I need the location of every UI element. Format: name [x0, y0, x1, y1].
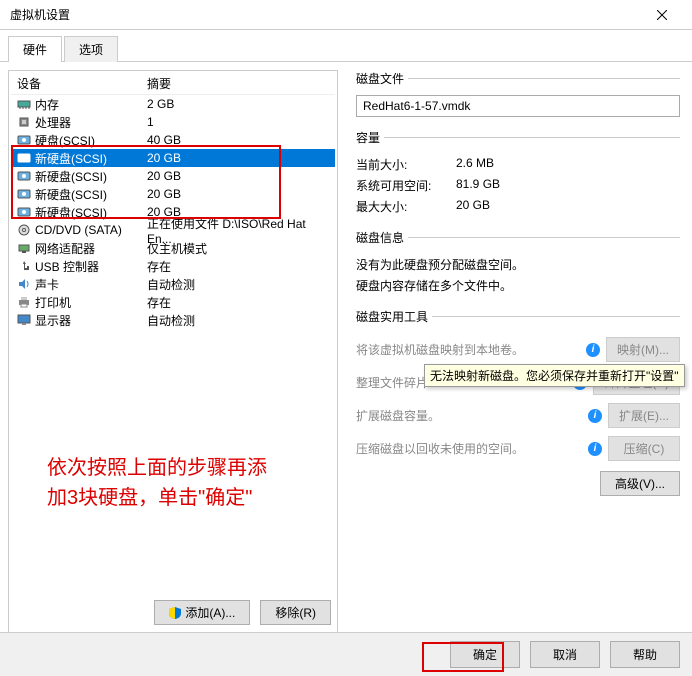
device-row[interactable]: USB 控制器存在 — [11, 257, 335, 275]
device-summary: 自动检测 — [147, 312, 329, 329]
device-summary: 存在 — [147, 258, 329, 275]
device-row[interactable]: 声卡自动检测 — [11, 275, 335, 293]
device-row[interactable]: 网络适配器仅主机模式 — [11, 239, 335, 257]
device-row[interactable]: 处理器1 — [11, 113, 335, 131]
device-summary: 20 GB — [147, 151, 329, 165]
device-name: 打印机 — [35, 294, 147, 311]
settings-panel: 磁盘文件 RedHat6-1-57.vmdk 容量 当前大小:2.6 MB 系统… — [348, 70, 684, 634]
disk-icon — [17, 206, 35, 218]
network-icon — [17, 242, 35, 254]
map-button[interactable]: 映射(M)... — [606, 337, 680, 362]
device-name: 内存 — [35, 96, 147, 113]
device-summary: 1 — [147, 115, 329, 129]
remove-button[interactable]: 移除(R) — [260, 600, 331, 625]
device-name: 显示器 — [35, 312, 147, 329]
sound-icon — [17, 278, 35, 290]
device-name: 新硬盘(SCSI) — [35, 150, 147, 167]
device-row[interactable]: 硬盘(SCSI)40 GB — [11, 131, 335, 149]
disk-info-line1: 没有为此硬盘预分配磁盘空间。 — [356, 254, 680, 275]
disk-info-group: 磁盘信息 没有为此硬盘预分配磁盘空间。 硬盘内容存储在多个文件中。 — [356, 229, 680, 298]
device-list[interactable]: 内存2 GB处理器1硬盘(SCSI)40 GB新硬盘(SCSI)20 GB新硬盘… — [11, 95, 335, 594]
disk-info-line2: 硬盘内容存储在多个文件中。 — [356, 275, 680, 296]
device-summary: 20 GB — [147, 169, 329, 183]
free-space-label: 系统可用空间: — [356, 177, 456, 194]
device-name: USB 控制器 — [35, 258, 147, 275]
display-icon — [17, 314, 35, 326]
header-summary: 摘要 — [147, 75, 329, 92]
device-row[interactable]: 新硬盘(SCSI)20 GB — [11, 149, 335, 167]
device-row[interactable]: 新硬盘(SCSI)20 GB — [11, 167, 335, 185]
expand-text: 扩展磁盘容量。 — [356, 407, 582, 424]
close-icon — [657, 10, 667, 20]
titlebar: 虚拟机设置 — [0, 0, 692, 30]
capacity-group: 容量 当前大小:2.6 MB 系统可用空间:81.9 GB 最大大小:20 GB — [356, 129, 680, 219]
device-name: 新硬盘(SCSI) — [35, 204, 147, 221]
shield-icon — [169, 607, 181, 619]
tab-options[interactable]: 选项 — [64, 36, 118, 62]
device-name: 新硬盘(SCSI) — [35, 168, 147, 185]
map-text: 将该虚拟机磁盘映射到本地卷。 — [356, 341, 580, 358]
device-summary: 自动检测 — [147, 276, 329, 293]
device-summary: 20 GB — [147, 187, 329, 201]
tabs: 硬件 选项 — [0, 30, 692, 62]
compact-button[interactable]: 压缩(C) — [608, 436, 680, 461]
annotation-text: 依次按照上面的步骤再添 加3块硬盘，单击"确定" — [47, 453, 327, 513]
close-button[interactable] — [642, 0, 682, 30]
current-size-label: 当前大小: — [356, 156, 456, 173]
cancel-button[interactable]: 取消 — [530, 641, 600, 668]
device-name: 网络适配器 — [35, 240, 147, 257]
device-name: 新硬盘(SCSI) — [35, 186, 147, 203]
device-row[interactable]: 打印机存在 — [11, 293, 335, 311]
max-size-label: 最大大小: — [356, 198, 456, 215]
device-name: 硬盘(SCSI) — [35, 132, 147, 149]
tab-hardware[interactable]: 硬件 — [8, 36, 62, 62]
device-row[interactable]: 内存2 GB — [11, 95, 335, 113]
info-icon: i — [586, 343, 600, 357]
device-row[interactable]: 显示器自动检测 — [11, 311, 335, 329]
device-row[interactable]: CD/DVD (SATA)正在使用文件 D:\ISO\Red Hat En... — [11, 221, 335, 239]
header-device: 设备 — [17, 75, 147, 92]
bottom-bar: 确定 取消 帮助 — [0, 632, 692, 676]
ok-button[interactable]: 确定 — [450, 641, 520, 668]
device-name: 处理器 — [35, 114, 147, 131]
help-button[interactable]: 帮助 — [610, 641, 680, 668]
usb-icon — [17, 260, 35, 272]
device-name: 声卡 — [35, 276, 147, 293]
device-summary: 仅主机模式 — [147, 240, 329, 257]
device-summary: 40 GB — [147, 133, 329, 147]
cpu-icon — [17, 116, 35, 128]
device-panel: 设备 摘要 内存2 GB处理器1硬盘(SCSI)40 GB新硬盘(SCSI)20… — [8, 70, 338, 634]
tooltip: 无法映射新磁盘。您必须保存并重新打开"设置" — [424, 364, 685, 387]
disk-file-input[interactable]: RedHat6-1-57.vmdk — [356, 95, 680, 117]
expand-button[interactable]: 扩展(E)... — [608, 403, 680, 428]
disk-icon — [17, 152, 35, 164]
disk-utilities-group: 磁盘实用工具 将该虚拟机磁盘映射到本地卷。 i 映射(M)... 整理文件碎片 … — [356, 308, 680, 498]
disk-icon — [17, 188, 35, 200]
device-name: CD/DVD (SATA) — [35, 223, 147, 237]
device-summary: 存在 — [147, 294, 329, 311]
advanced-button[interactable]: 高级(V)... — [600, 471, 680, 496]
add-button[interactable]: 添加(A)... — [154, 600, 250, 625]
cdrom-icon — [17, 224, 35, 236]
printer-icon — [17, 296, 35, 308]
info-icon: i — [588, 409, 602, 423]
device-list-header: 设备 摘要 — [11, 73, 335, 95]
free-space-value: 81.9 GB — [456, 177, 500, 194]
disk-icon — [17, 134, 35, 146]
device-summary: 2 GB — [147, 97, 329, 111]
current-size-value: 2.6 MB — [456, 156, 494, 173]
disk-file-group: 磁盘文件 RedHat6-1-57.vmdk — [356, 70, 680, 119]
compact-text: 压缩磁盘以回收未使用的空间。 — [356, 440, 582, 457]
memory-icon — [17, 98, 35, 110]
device-row[interactable]: 新硬盘(SCSI)20 GB — [11, 185, 335, 203]
window-title: 虚拟机设置 — [10, 6, 70, 23]
max-size-value: 20 GB — [456, 198, 490, 215]
disk-icon — [17, 170, 35, 182]
info-icon: i — [588, 442, 602, 456]
